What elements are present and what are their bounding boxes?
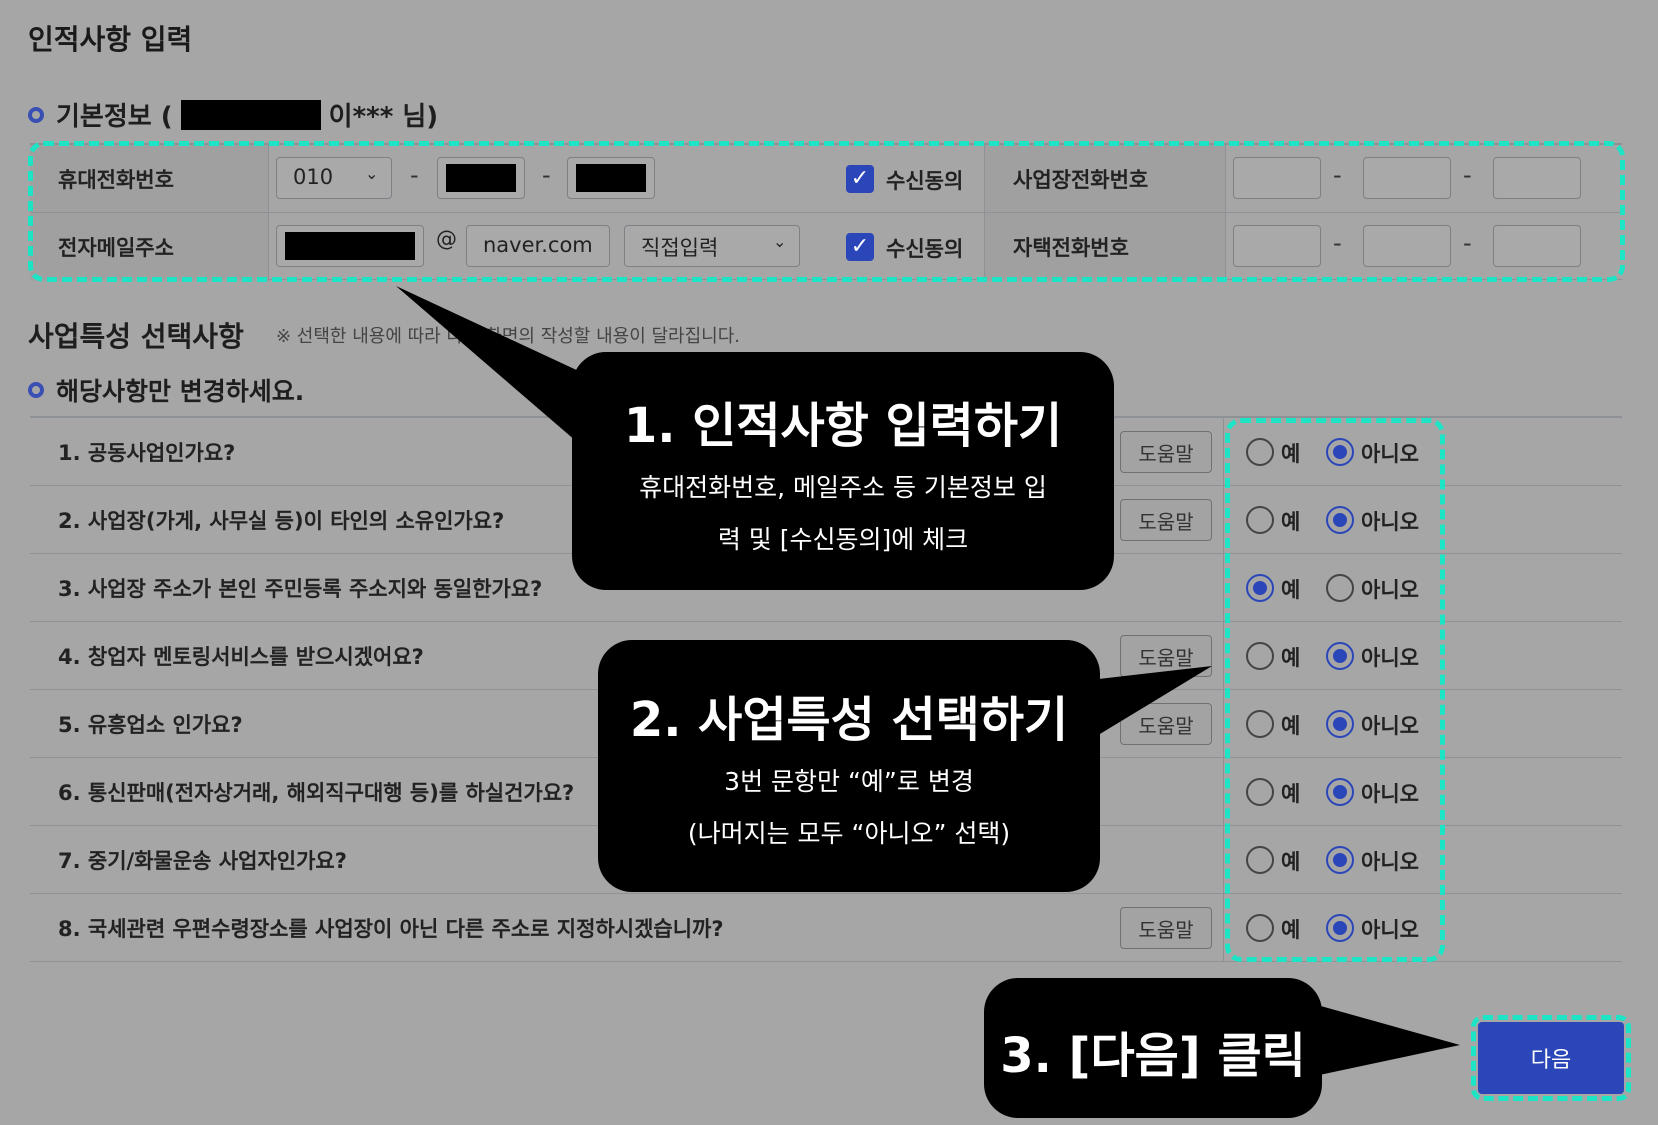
callout-1-title: 1. 인적사항 입력하기 — [623, 398, 1063, 454]
question-text: 3. 사업장 주소가 본인 주민등록 주소지와 동일한가요? — [58, 576, 543, 601]
bullet-icon — [28, 382, 44, 398]
highlight-frame-answers — [1225, 418, 1445, 962]
callout-2-pointer — [1090, 666, 1212, 740]
help-button[interactable]: 도움말 — [1120, 907, 1212, 949]
callout-1: 1. 인적사항 입력하기 휴대전화번호, 메일주소 등 기본정보 입 력 및 [… — [572, 352, 1114, 590]
basic-info-heading-prefix: 기본정보 ( — [56, 102, 173, 132]
question-text: 7. 중기/화물운송 사업자인가요? — [58, 848, 347, 873]
basic-info-heading-suffix: 이*** 님) — [328, 102, 439, 132]
features-heading: 사업특성 선택사항 — [28, 320, 244, 353]
callout-2: 2. 사업특성 선택하기 3번 문항만 “예”로 변경 (나머지는 모두 “아니… — [598, 640, 1100, 892]
callout-2-line-2: (나머지는 모두 “아니오” 선택) — [687, 819, 1011, 848]
bullet-icon — [28, 106, 44, 123]
callout-3: 3. [다음] 클릭 — [984, 978, 1322, 1118]
question-text: 1. 공동사업인가요? — [58, 440, 236, 465]
redacted-name — [180, 99, 321, 130]
features-subheading-text: 해당사항만 변경하세요. — [56, 377, 305, 406]
callout-3-title: 3. [다음] 클릭 — [1000, 1028, 1306, 1084]
callout-1-line-2: 력 및 [수신동의]에 체크 — [717, 525, 969, 554]
question-text: 4. 창업자 멘토링서비스를 받으시겠어요? — [58, 644, 424, 669]
help-button[interactable]: 도움말 — [1120, 431, 1212, 473]
question-text: 8. 국세관련 우편수령장소를 사업장이 아닌 다른 주소로 지정하시겠습니까? — [58, 917, 724, 941]
page-title: 인적사항 입력 — [28, 23, 193, 56]
basic-info-heading: 기본정보 ( 이*** 님) — [28, 96, 438, 133]
question-text: 5. 유흥업소 인가요? — [58, 712, 243, 737]
question-text: 2. 사업장(가게, 사무실 등)이 타인의 소유인가요? — [58, 508, 505, 533]
highlight-frame-next — [1471, 1015, 1631, 1101]
highlight-frame-basic-info — [28, 141, 1625, 282]
callout-2-title: 2. 사업특성 선택하기 — [629, 692, 1069, 748]
question-text: 6. 통신판매(전자상거래, 해외직구대행 등)를 하실건가요? — [58, 780, 575, 805]
callout-1-line-1: 휴대전화번호, 메일주소 등 기본정보 입 — [639, 473, 1047, 502]
callout-2-line-1: 3번 문항만 “예”로 변경 — [724, 767, 974, 796]
features-subheading: 해당사항만 변경하세요. — [28, 372, 304, 408]
help-button[interactable]: 도움말 — [1120, 499, 1212, 541]
callout-3-pointer — [1310, 1003, 1460, 1077]
